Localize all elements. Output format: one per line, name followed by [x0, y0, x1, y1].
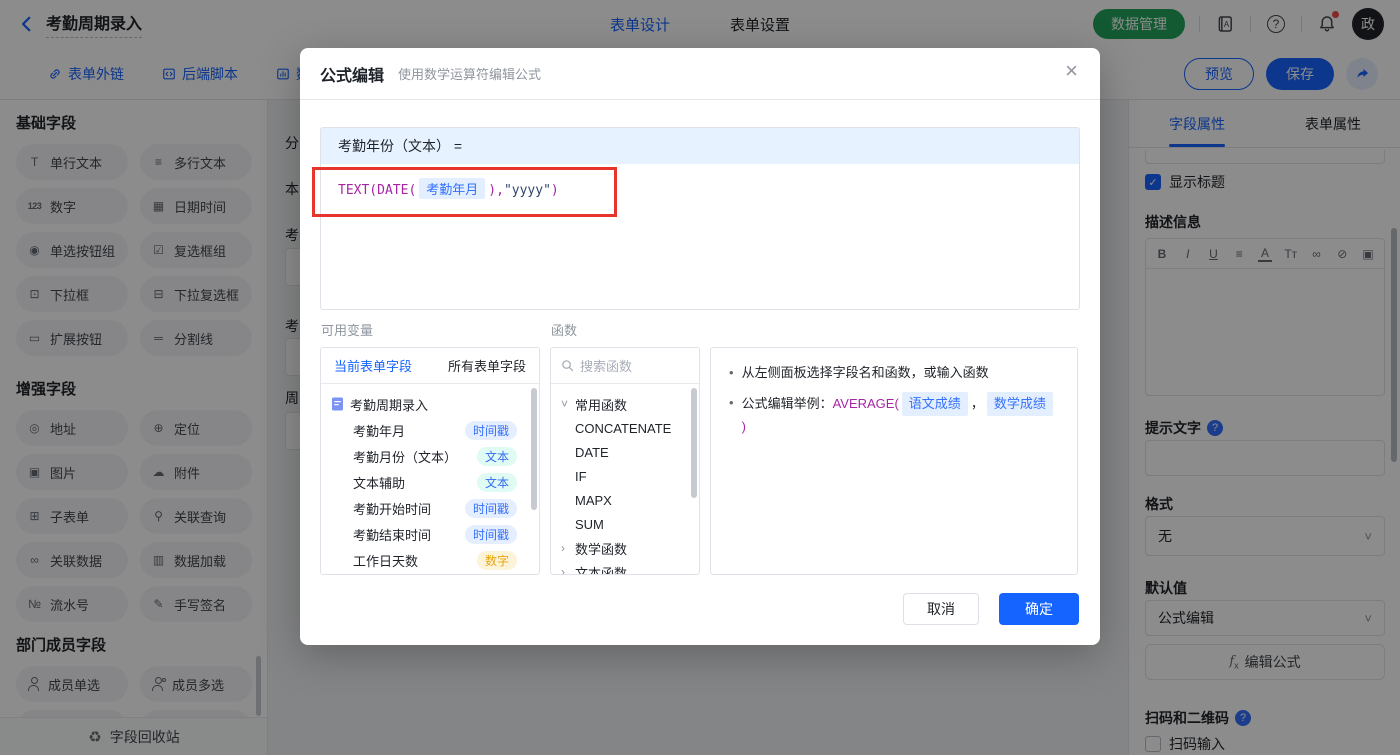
variable-row[interactable]: 考勤月份（文本） 文本	[331, 443, 529, 469]
example-function: AVERAGE(	[832, 396, 899, 412]
example-field-chip: 数学成绩	[986, 392, 1053, 417]
variable-row[interactable]: 文本辅助 文本	[331, 469, 529, 495]
example-field-chip: 语文成绩	[901, 392, 968, 417]
type-badge: 文本	[476, 472, 517, 492]
field-chip[interactable]: 考勤年月	[419, 178, 486, 199]
search-icon	[562, 360, 574, 372]
app-root: 考勤周期录入 表单设计 表单设置 数据管理 A ? 政 表单外链 后端脚本 预览…	[0, 0, 1400, 755]
chevron-down-icon: ˅	[561, 397, 569, 411]
tab-all-form-fields[interactable]: 所有表单字段	[448, 356, 526, 375]
variables-label: 可用变量	[321, 323, 374, 338]
formula-editor: 考勤年份（文本） = TEXT(DATE(考勤年月),"yyyy")	[320, 127, 1080, 310]
help-line-2: • 公式编辑举例：AVERAGE(语文成绩，数学成绩)	[729, 392, 1059, 438]
help-panel: • 从左侧面板选择字段名和函数，或输入函数 • 公式编辑举例：AVERAGE(语…	[710, 347, 1078, 575]
search-placeholder: 搜索函数	[580, 359, 633, 374]
functions-scrollbar[interactable]	[691, 388, 697, 498]
variables-panel: 当前表单字段 所有表单字段 考勤周期录入 考勤年月 时间戳 考勤月份（文本） 文本 …	[320, 347, 540, 575]
modal-subtitle: 使用数学运算符编辑公式	[398, 67, 542, 82]
type-badge: 数字	[476, 550, 517, 570]
confirm-button[interactable]: 确定	[999, 593, 1079, 625]
modal-header: 公式编辑 使用数学运算符编辑公式	[300, 48, 1100, 100]
formula-paren-token: )	[550, 183, 559, 198]
function-item[interactable]: DATE	[561, 440, 699, 464]
formula-string-token: "yyyy"	[503, 183, 551, 198]
close-icon[interactable]: ×	[1065, 60, 1078, 82]
variable-row[interactable]: 考勤开始时间 时间戳	[331, 495, 529, 521]
document-icon	[332, 397, 343, 411]
tab-current-form-fields[interactable]: 当前表单字段	[334, 356, 412, 375]
type-badge: 时间戳	[464, 498, 517, 518]
function-group-common[interactable]: ˅ 常用函数	[561, 392, 699, 416]
function-item[interactable]: IF	[561, 464, 699, 488]
functions-label: 函数	[551, 323, 578, 338]
chevron-right-icon: ›	[561, 541, 565, 555]
function-item[interactable]: MAPX	[561, 488, 699, 512]
function-group-math[interactable]: › 数学函数	[561, 536, 699, 560]
function-group-text[interactable]: › 文本函数	[561, 560, 699, 575]
type-badge: 时间戳	[464, 420, 517, 440]
function-item[interactable]: CONCATENATE	[561, 416, 699, 440]
formula-paren-token: ),	[488, 183, 504, 198]
functions-panel: 搜索函数 ˅ 常用函数 CONCATENATE DATE IF MAPX SUM …	[550, 347, 700, 575]
help-line-1: • 从左侧面板选择字段名和函数，或输入函数	[729, 365, 989, 380]
formula-edit-modal: 公式编辑 使用数学运算符编辑公式 × 考勤年份（文本） = TEXT(DATE(…	[300, 48, 1100, 645]
type-badge: 时间戳	[464, 524, 517, 544]
chevron-right-icon: ›	[561, 565, 565, 575]
variables-scrollbar[interactable]	[531, 388, 537, 510]
form-tree-root[interactable]: 考勤周期录入	[331, 391, 529, 417]
variable-row[interactable]: 工作日天数 数字	[331, 547, 529, 573]
formula-function-token: TEXT(DATE(	[338, 183, 417, 198]
formula-code-area[interactable]: TEXT(DATE(考勤年月),"yyyy")	[321, 164, 1079, 213]
cancel-button[interactable]: 取消	[903, 593, 979, 625]
function-item[interactable]: SUM	[561, 512, 699, 536]
function-search-input[interactable]: 搜索函数	[551, 348, 699, 384]
type-badge: 文本	[476, 446, 517, 466]
variable-row[interactable]: 考勤结束时间 时间戳	[331, 521, 529, 547]
formula-target-field: 考勤年份（文本） =	[321, 128, 1079, 164]
variable-row[interactable]: 考勤年月 时间戳	[331, 417, 529, 443]
modal-title: 公式编辑	[320, 67, 385, 85]
